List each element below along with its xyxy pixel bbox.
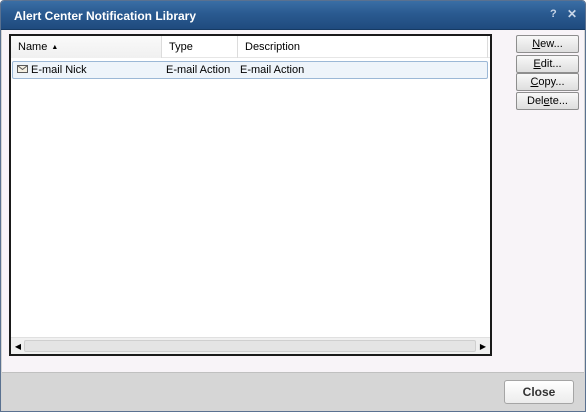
dialog-content: Name ▲ Type Description E-mail Nick E-mai… xyxy=(2,30,584,372)
column-header-type[interactable]: Type xyxy=(162,36,238,58)
row-name: E-mail Nick xyxy=(31,64,87,76)
edit-button[interactable]: Edit... xyxy=(516,55,579,73)
delete-button[interactable]: Delete... xyxy=(516,92,579,110)
edit-button-mnemonic: E xyxy=(533,58,541,70)
dialog-title: Alert Center Notification Library xyxy=(14,9,197,23)
notification-library-dialog: Alert Center Notification Library ? ✕ Na… xyxy=(0,0,586,412)
scroll-left-icon[interactable]: ◀ xyxy=(13,341,23,352)
dialog-footer: Close xyxy=(2,372,584,411)
delete-button-label: te... xyxy=(549,95,568,107)
column-header-description[interactable]: Description xyxy=(238,36,488,58)
row-description: E-mail Action xyxy=(240,64,305,76)
new-button[interactable]: New... xyxy=(516,35,579,53)
scrollbar-track[interactable] xyxy=(24,340,476,352)
copy-button[interactable]: Copy... xyxy=(516,73,579,91)
column-header-name[interactable]: Name ▲ xyxy=(11,36,162,58)
delete-button-prefix: Del xyxy=(527,95,544,107)
new-button-mnemonic: N xyxy=(532,38,541,50)
row-type: E-mail Action xyxy=(166,64,231,76)
list-row[interactable]: E-mail Nick E-mail Action E-mail Action xyxy=(12,61,488,79)
list-header: Name ▲ Type Description xyxy=(11,36,490,58)
horizontal-scrollbar[interactable]: ◀ ▶ xyxy=(11,337,490,354)
title-bar: Alert Center Notification Library ? ✕ xyxy=(1,1,585,30)
envelope-icon xyxy=(17,65,28,73)
notification-list[interactable]: Name ▲ Type Description E-mail Nick E-mai… xyxy=(9,34,492,356)
copy-button-label: opy... xyxy=(538,76,565,88)
column-header-type-label: Type xyxy=(169,41,193,53)
sort-ascending-icon: ▲ xyxy=(51,44,59,51)
new-button-label: ew... xyxy=(540,38,563,50)
help-icon[interactable]: ? xyxy=(550,8,557,20)
column-header-description-label: Description xyxy=(245,41,301,53)
close-button[interactable]: Close xyxy=(504,380,574,404)
column-header-name-label: Name xyxy=(18,41,48,53)
scroll-right-icon[interactable]: ▶ xyxy=(478,341,488,352)
edit-button-label: dit... xyxy=(540,58,562,70)
close-icon[interactable]: ✕ xyxy=(567,7,577,21)
